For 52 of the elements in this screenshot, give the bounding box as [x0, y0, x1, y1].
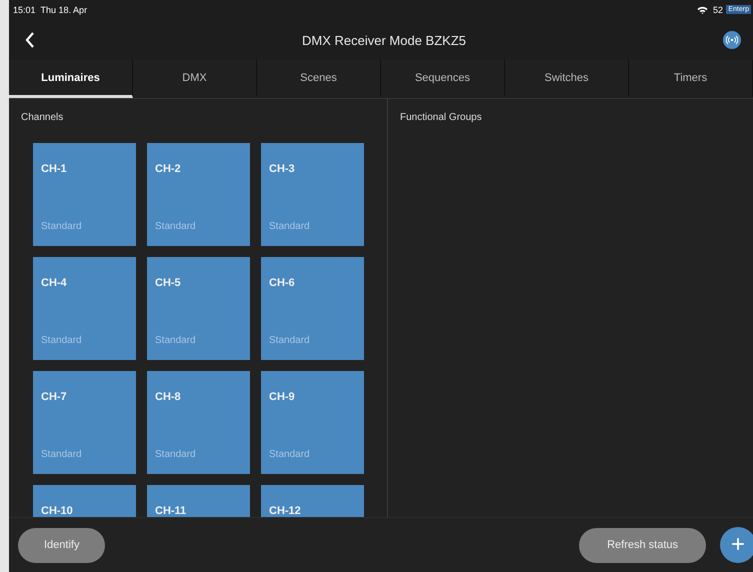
channel-tile[interactable]: CH-8 Standard: [147, 371, 250, 474]
channel-tile[interactable]: CH-4 Standard: [33, 257, 136, 360]
tab[interactable]: Scenes: [257, 60, 381, 98]
wifi-icon: [696, 6, 708, 14]
channel-name: CH-12: [269, 505, 302, 517]
channel-name: CH-10: [41, 505, 74, 517]
channel-tile[interactable]: CH-3 Standard: [261, 143, 364, 246]
status-time: 15:01: [13, 5, 36, 15]
identify-button[interactable]: Identify: [18, 528, 106, 562]
channel-name: CH-6: [269, 277, 296, 289]
channel-tile[interactable]: CH-5 Standard: [147, 257, 250, 360]
channel-tile[interactable]: CH-10: [33, 485, 136, 517]
back-chevron-icon: [25, 32, 35, 48]
channel-mode: Standard: [41, 335, 83, 346]
channel-mode: Standard: [269, 335, 311, 346]
channel-mode: Standard: [155, 449, 197, 460]
channel-tile[interactable]: CH-7 Standard: [33, 371, 136, 474]
channel-mode: Standard: [41, 221, 83, 232]
channel-tile[interactable]: CH-12: [261, 485, 364, 517]
channel-tile[interactable]: CH-11: [147, 485, 250, 517]
channel-mode: Standard: [269, 449, 311, 460]
channel-name: CH-1: [41, 163, 68, 175]
channel-mode: Standard: [155, 335, 197, 346]
status-date: Thu 18. Apr: [40, 5, 88, 15]
channel-mode: Standard: [41, 449, 83, 460]
channel-name: CH-9: [269, 391, 296, 403]
tab[interactable]: Timers: [629, 60, 753, 98]
channel-tile[interactable]: CH-2 Standard: [147, 143, 250, 246]
page-title: DMX Receiver Mode BZKZ5: [301, 32, 467, 48]
back-button[interactable]: [25, 32, 35, 48]
channel-name: CH-7: [41, 391, 68, 403]
channel-mode: Standard: [155, 221, 197, 232]
tab[interactable]: Switches: [505, 60, 629, 98]
channel-name: CH-8: [155, 391, 182, 403]
tab[interactable]: DMX: [133, 60, 257, 98]
channel-name: CH-3: [269, 163, 296, 175]
channel-name: CH-5: [155, 277, 182, 289]
add-button[interactable]: +: [720, 527, 753, 563]
broadcast-icon: [726, 35, 738, 45]
channel-name: CH-11: [155, 505, 188, 517]
channel-name: CH-2: [155, 163, 182, 175]
channel-tile[interactable]: CH-6 Standard: [261, 257, 364, 360]
battery-percent: 52: [712, 5, 723, 15]
channel-mode: Standard: [269, 221, 311, 232]
channel-tile[interactable]: CH-9 Standard: [261, 371, 364, 474]
channel-tile[interactable]: CH-1 Standard: [33, 143, 136, 246]
refresh-status-button[interactable]: Refresh status: [579, 528, 706, 562]
broadcast-button[interactable]: [723, 31, 741, 49]
tab[interactable]: Sequences: [381, 60, 505, 98]
channel-name: CH-4: [41, 277, 68, 289]
section-heading: Functional Groups: [399, 111, 483, 123]
section-heading: Channels: [20, 111, 64, 123]
